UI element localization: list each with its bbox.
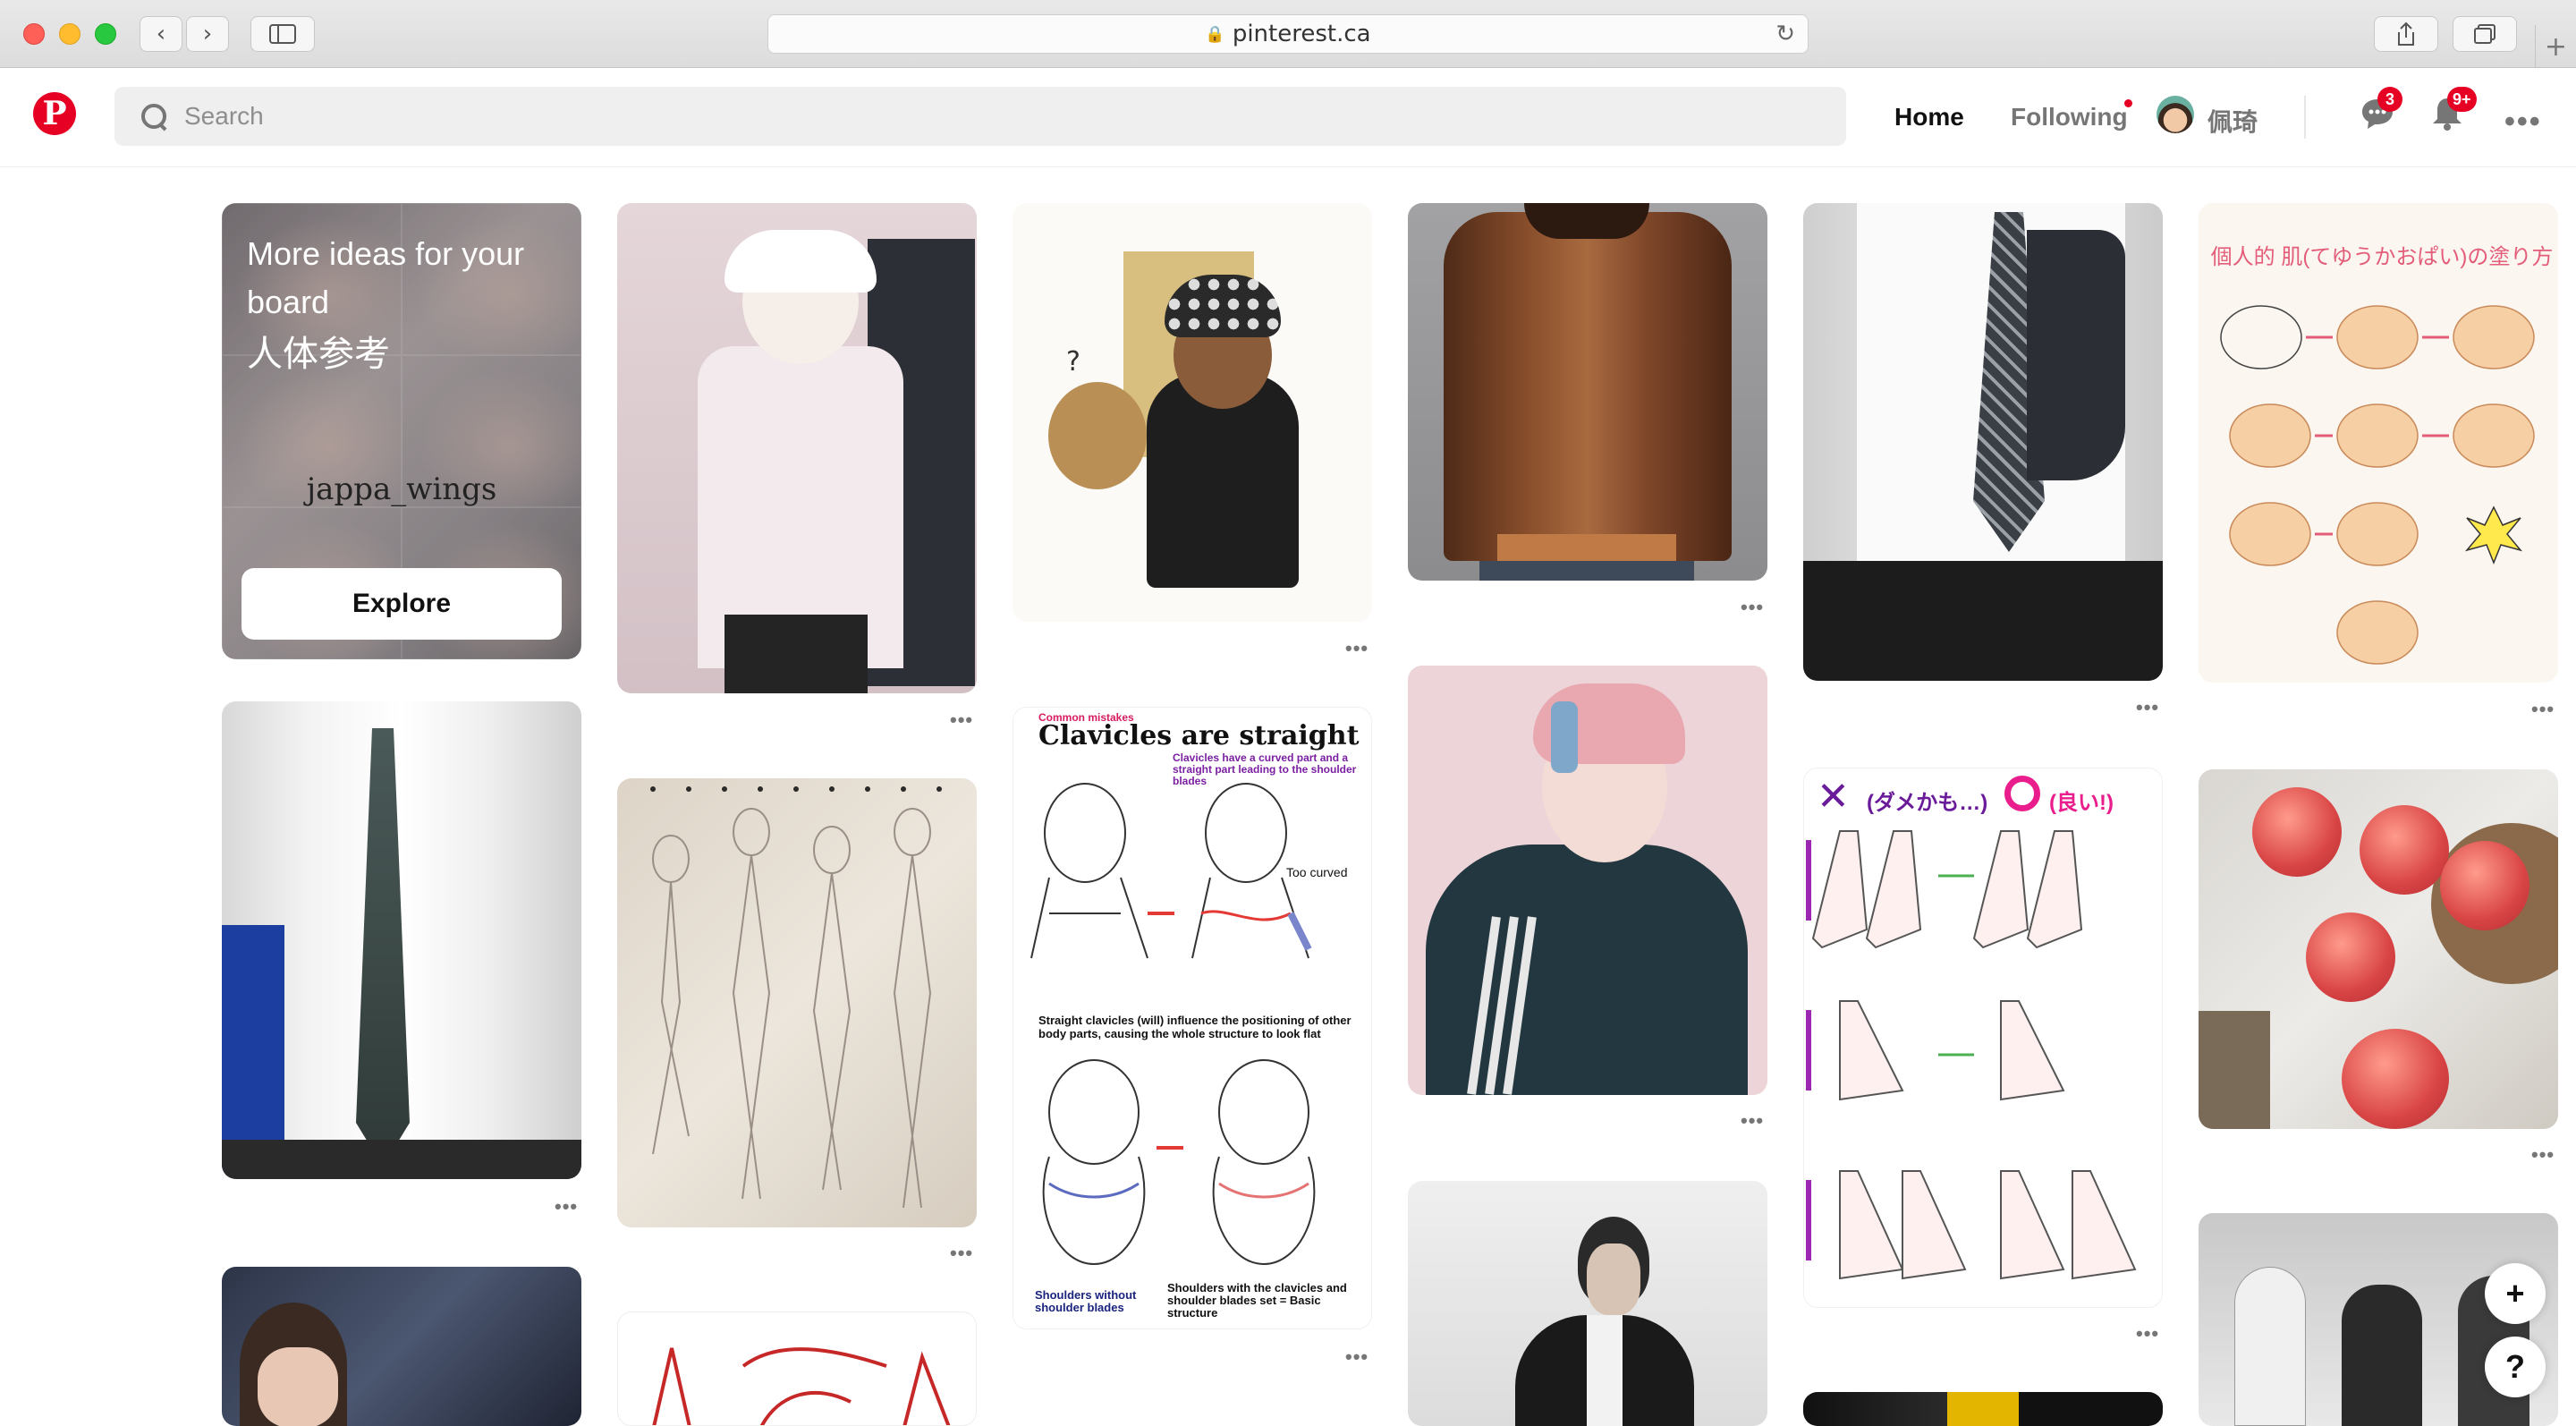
board-card-title: More ideas for your board [247,235,525,320]
figure-sketch-lines [650,786,942,1209]
search-bar[interactable] [114,87,1846,146]
red-hand-lines [652,1347,951,1425]
pin-more-button[interactable]: ••• [1345,1345,1368,1369]
plus-icon: + [2544,30,2568,63]
tabs-overview-button[interactable] [2453,16,2517,52]
chevron-right-icon: › [202,21,213,47]
reload-icon[interactable]: ↻ [1775,21,1795,47]
maximize-window-button[interactable] [95,23,116,45]
header-divider [2304,96,2306,139]
pin-skin-coloring-tutorial[interactable]: 個人的 肌(てゆうかおぱい)の塗り方 [2199,203,2558,683]
chevron-left-icon: ‹ [156,21,166,47]
board-card-watermark: jappa_wings [306,471,497,507]
pin-more-button[interactable]: ••• [1741,596,1764,619]
pin-clavicles-tutorial[interactable]: Common mistakes Clavicles are straight C… [1013,707,1372,1329]
pin-shirt-vest-tie[interactable] [1803,203,2163,681]
pin-more-button[interactable]: ••• [2531,1143,2555,1167]
pin-more-button[interactable]: ••• [950,709,973,732]
pin-anime-boy-cap[interactable] [617,203,977,693]
new-tab-button[interactable]: + [2535,25,2576,68]
forward-button[interactable]: › [186,16,229,52]
nav-following-link[interactable]: Following [2011,103,2128,132]
clavicle-left-label: Shoulders without shoulder blades [1035,1288,1137,1314]
pin-more-button[interactable]: ••• [1345,637,1368,660]
board-card-board-name: 人体参考 [247,335,390,374]
close-window-button[interactable] [23,23,45,45]
sidebar-icon [269,24,296,44]
skin-chart-title: 個人的 肌(てゆうかおぱい)の塗り方 [2210,245,2554,269]
notifications-badge: 9+ [2447,87,2477,112]
clavicle-drawings-top [1030,783,1312,959]
pin-more-button[interactable]: ••• [1741,1109,1764,1133]
clavicle-right-label: Shoulders with the clavicles and shoulde… [1167,1281,1347,1320]
share-icon [2398,21,2414,46]
pin-red-hands-sketch[interactable] [617,1311,977,1426]
pin-more-button[interactable]: ••• [2531,698,2555,721]
pinterest-header: P Home Following 佩琦 3 9+ ••• [0,69,2576,167]
help-button[interactable]: ? [2485,1337,2546,1397]
pin-more-button[interactable]: ••• [2136,696,2159,719]
explore-button[interactable]: Explore [242,568,562,640]
minimize-window-button[interactable] [59,23,80,45]
good-mark-icon [2004,776,2040,811]
high-heel-drawings [1806,830,2137,1280]
sidebar-toggle-button[interactable] [250,16,315,52]
search-input[interactable] [184,102,1794,131]
create-pin-button[interactable]: + [2485,1263,2546,1324]
pin-man-black-blazer[interactable] [1408,1181,1767,1426]
pin-anime-boy-tracksuit[interactable] [1408,666,1767,1095]
more-ideas-board-card[interactable]: More ideas for your board 人体参考 jappa_win… [222,203,581,659]
skin-coloring-steps [2220,305,2535,665]
more-options-button[interactable]: ••• [2504,105,2542,140]
share-button[interactable] [2374,16,2438,52]
shoes-good-label: (良い!) [2049,791,2114,815]
tabs-icon [2474,24,2496,44]
pin-brown-leather-jacket[interactable] [1408,203,1767,581]
browser-toolbar: ‹ › 🔒 pinterest.ca ↻ + [0,0,2576,68]
pin-more-button[interactable]: ••• [950,1242,973,1265]
pin-trafalgar-law-art[interactable]: ? [1013,203,1372,622]
lock-icon: 🔒 [1205,24,1225,44]
pin-more-button[interactable]: ••• [555,1195,578,1218]
messages-badge: 3 [2377,87,2402,112]
profile-name-link[interactable]: 佩琦 [2207,103,2258,139]
nav-home-link[interactable]: Home [1894,103,1964,132]
clavicle-drawings-bottom [1042,1059,1316,1266]
pin-high-heels-tutorial[interactable]: ✕ (ダメかも…) (良い!) [1803,768,2163,1308]
pin-white-shirt-tie[interactable] [222,701,581,1179]
clavicle-chart-title: Clavicles are straight [1038,720,1360,751]
address-bar[interactable]: 🔒 pinterest.ca ↻ [767,14,1809,54]
url-text: pinterest.ca [1232,21,1371,47]
shoes-bad-label: (ダメかも…) [1867,791,1988,815]
pin-more-button[interactable]: ••• [2136,1322,2159,1345]
bad-mark-icon: ✕ [1817,774,1850,819]
avatar[interactable] [2157,96,2194,133]
pin-anime-man-dark[interactable] [222,1267,581,1426]
pin-figure-sketches[interactable] [617,778,977,1227]
clavicle-chart-caption: Straight clavicles (will) influence the … [1038,1014,1352,1040]
pinterest-logo-icon[interactable]: P [33,92,76,135]
pin-peaches-photo[interactable] [2199,769,2558,1129]
pin-yellow-black-poster[interactable] [1803,1392,2163,1426]
search-icon [138,100,170,132]
back-button[interactable]: ‹ [140,16,182,52]
following-update-dot [2124,99,2132,107]
